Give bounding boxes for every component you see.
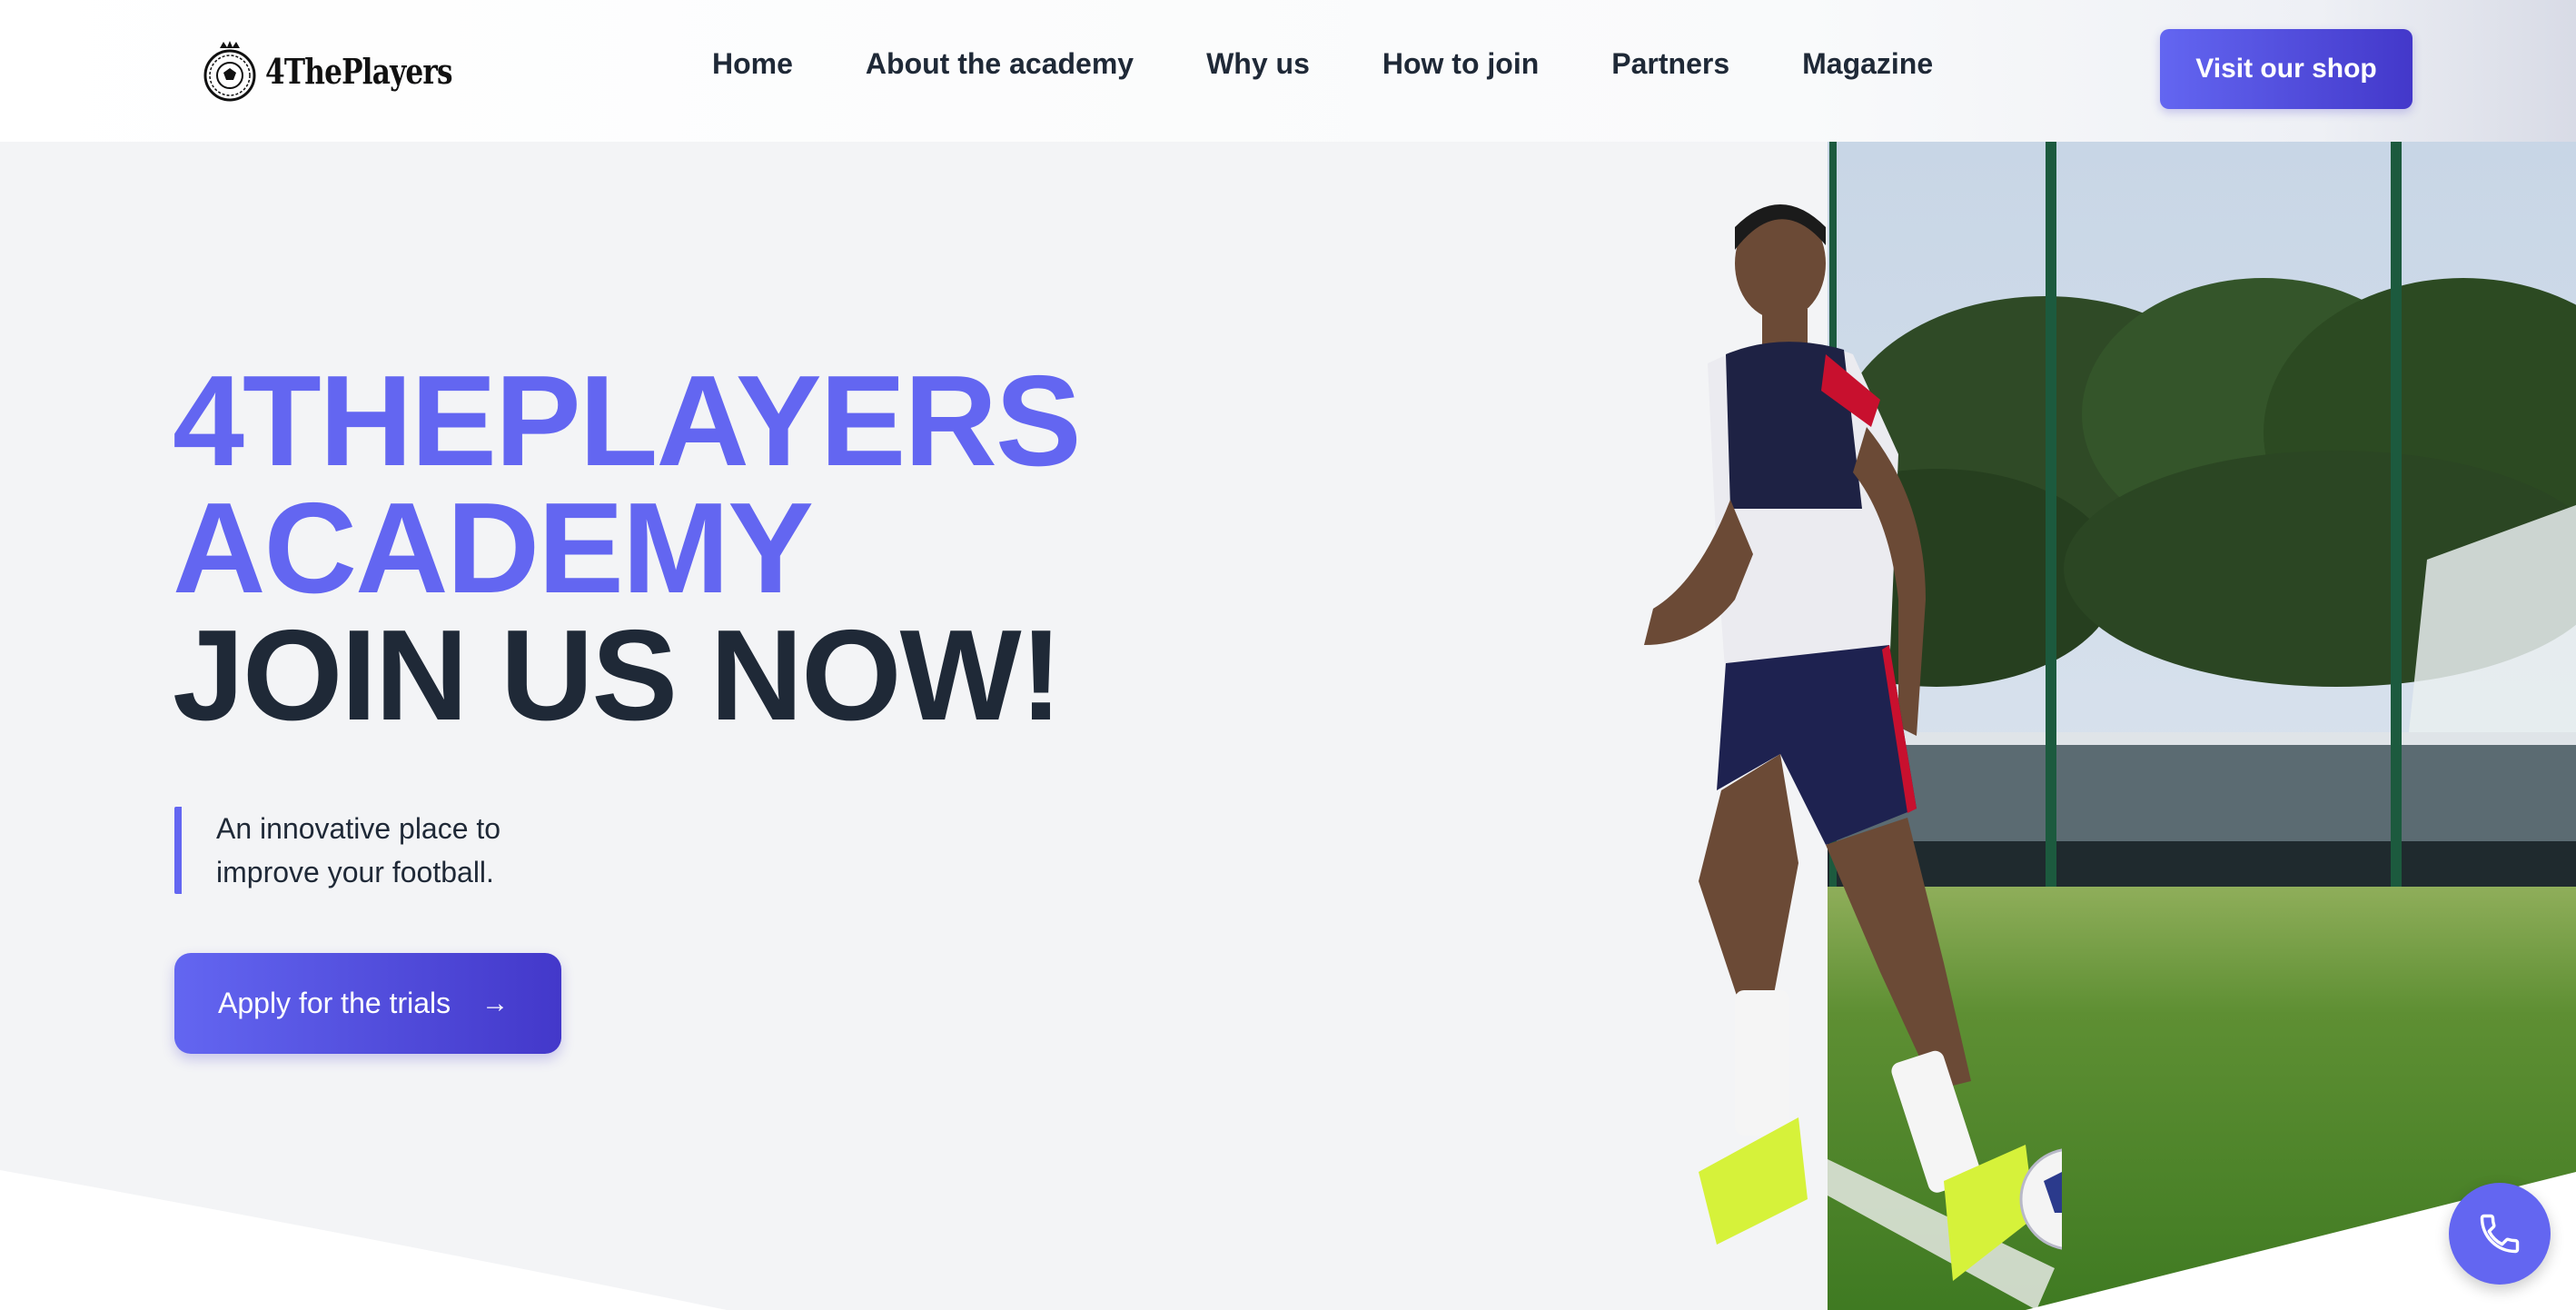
nav-item: Home — [712, 47, 793, 81]
hero-tagline: An innovative place to improve your foot… — [174, 807, 592, 894]
nav-link-why-us[interactable]: Why us — [1206, 47, 1310, 80]
nav-link-magazine[interactable]: Magazine — [1802, 47, 1933, 80]
nav-item: Why us — [1206, 47, 1310, 81]
nav-item: Magazine — [1802, 47, 1933, 81]
tagline-line-2: improve your football. — [216, 856, 494, 888]
logo-text: 4ThePlayers — [265, 50, 452, 92]
apply-trials-label: Apply for the trials — [218, 987, 451, 1019]
football-crest-icon — [203, 41, 256, 102]
main-nav: Home About the academy Why us How to joi… — [712, 47, 1933, 81]
hero-title-line-3: JOIN US NOW! — [173, 603, 1063, 748]
call-button[interactable] — [2449, 1183, 2551, 1285]
site-header: 4ThePlayers Home About the academy Why u… — [0, 0, 2576, 142]
hero-title-line-2: ACADEMY — [173, 476, 814, 620]
nav-item: Partners — [1611, 47, 1729, 81]
arrow-right-icon: → — [481, 987, 510, 1018]
nav-link-partners[interactable]: Partners — [1611, 47, 1729, 80]
nav-link-home[interactable]: Home — [712, 47, 793, 80]
football-player-image — [1644, 204, 2062, 1281]
tagline-line-1: An innovative place to — [216, 812, 501, 845]
hero-title: 4THEPLAYERS ACADEMY JOIN US NOW! — [173, 349, 1082, 748]
nav-item: How to join — [1382, 47, 1539, 81]
nav-link-about[interactable]: About the academy — [866, 47, 1134, 80]
apply-trials-button[interactable]: Apply for the trials → — [174, 953, 561, 1054]
nav-link-how-to-join[interactable]: How to join — [1382, 47, 1539, 80]
landing-page: 4ThePlayers Home About the academy Why u… — [0, 0, 2576, 1310]
hero-title-line-1: 4THEPLAYERS — [173, 349, 1082, 493]
phone-icon — [2480, 1214, 2520, 1254]
logo-link[interactable]: 4ThePlayers — [202, 36, 493, 105]
visit-shop-button[interactable]: Visit our shop — [2160, 29, 2413, 109]
nav-item: About the academy — [866, 47, 1134, 81]
